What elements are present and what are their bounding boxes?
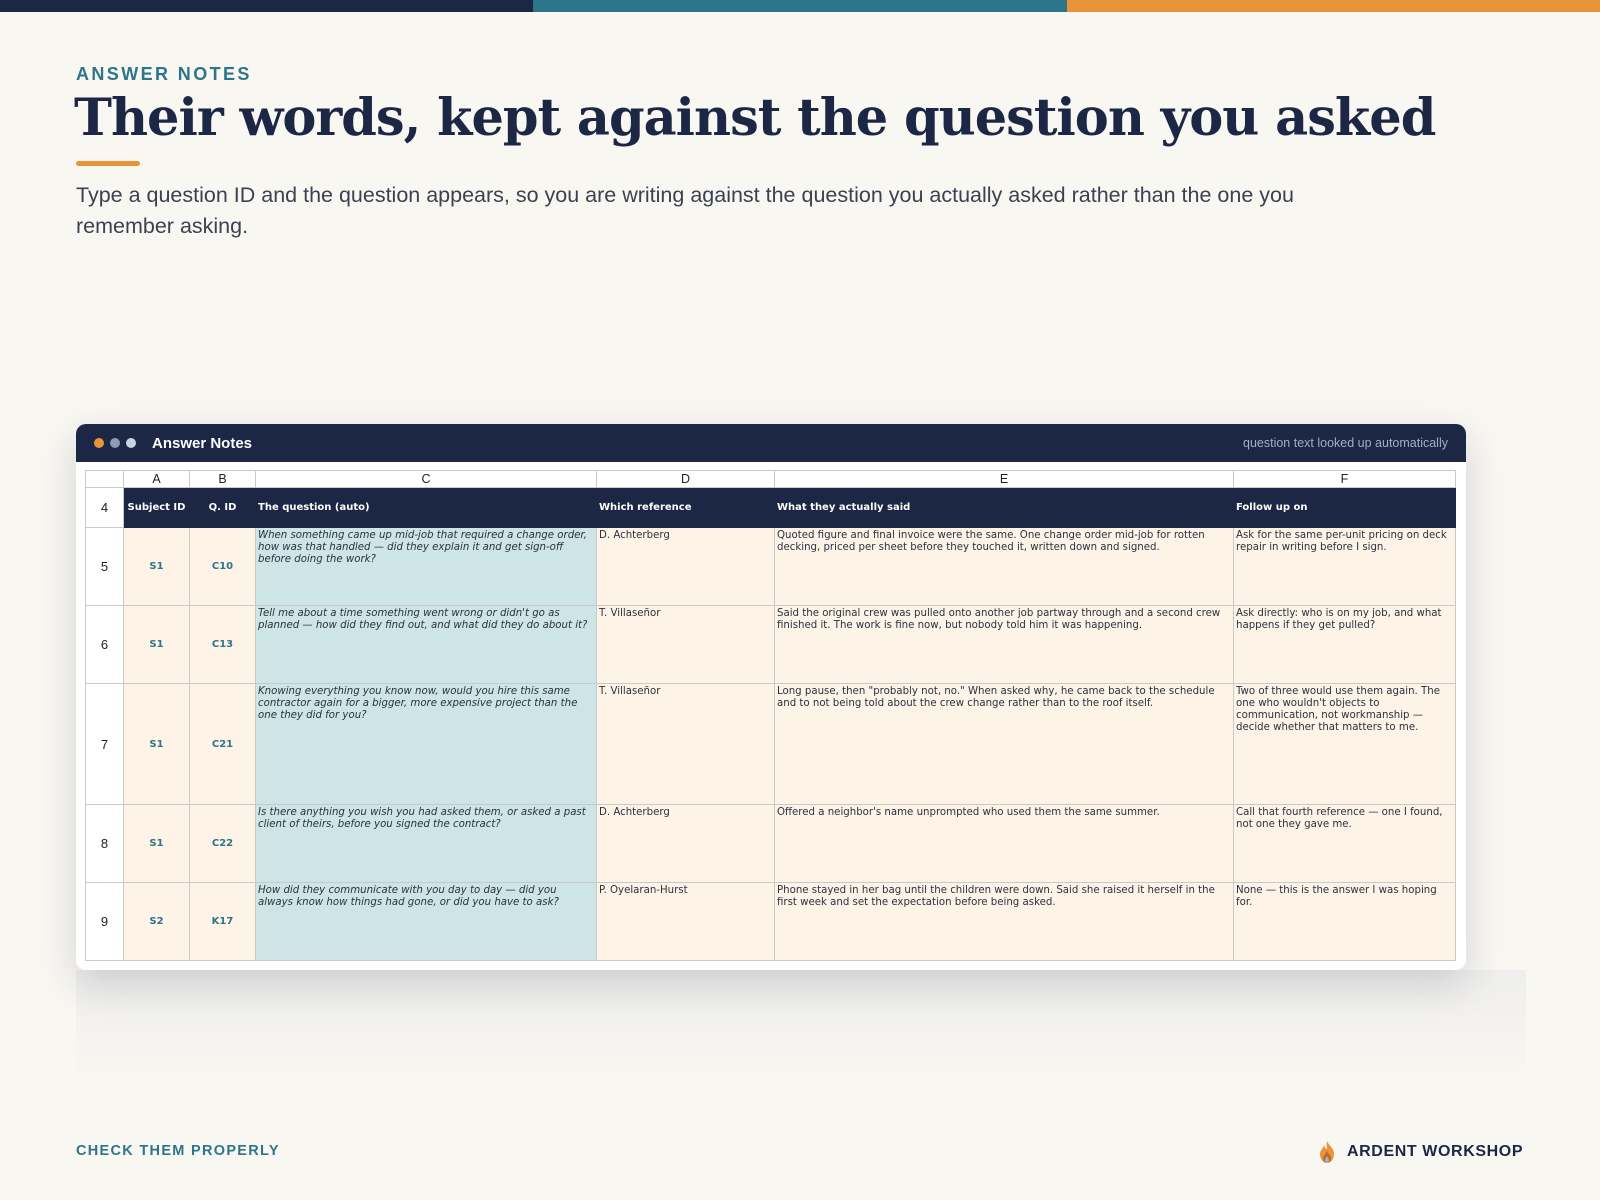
column-header-e[interactable]: E (774, 470, 1234, 488)
table-header-row: 4 Subject ID Q. ID The question (auto) W… (85, 487, 1456, 528)
question-text-cell[interactable]: When something came up mid-job that requ… (255, 527, 597, 606)
said-cell[interactable]: Said the original crew was pulled onto a… (774, 605, 1234, 684)
eyebrow-label: ANSWER NOTES (76, 64, 252, 84)
window-note: question text looked up automatically (1243, 436, 1448, 450)
page-title: Their words, kept against the question y… (74, 88, 1436, 148)
window-title: Answer Notes (152, 434, 253, 452)
row-number[interactable]: 6 (85, 605, 124, 684)
title-underline (76, 161, 140, 166)
header-which-reference[interactable]: Which reference (596, 487, 775, 528)
top-accent-bar (0, 0, 1600, 12)
question-text-cell[interactable]: Knowing everything you know now, would y… (255, 683, 597, 805)
question-id-cell[interactable]: K17 (189, 882, 256, 961)
follow-up-cell[interactable]: Ask for the same per-unit pricing on dec… (1233, 527, 1456, 606)
reference-cell[interactable]: D. Achterberg (596, 804, 775, 883)
row-number[interactable]: 7 (85, 683, 124, 805)
corner-cell[interactable] (85, 470, 124, 488)
subject-id-cell[interactable]: S2 (123, 882, 190, 961)
said-cell[interactable]: Quoted figure and final invoice were the… (774, 527, 1234, 606)
said-cell[interactable]: Offered a neighbor's name unprompted who… (774, 804, 1234, 883)
brand-mark: ARDENT WORKSHOP (1316, 1140, 1523, 1164)
row-number[interactable]: 9 (85, 882, 124, 961)
question-text-cell[interactable]: Tell me about a time something went wron… (255, 605, 597, 684)
table-row: 5 S1 C10 When something came up mid-job … (85, 527, 1456, 606)
question-id-cell[interactable]: C21 (189, 683, 256, 805)
said-cell[interactable]: Phone stayed in her bag until the childr… (774, 882, 1234, 961)
header-subject-id[interactable]: Subject ID (123, 487, 190, 528)
window-dot-grey[interactable] (110, 438, 120, 448)
reference-cell[interactable]: P. Oyelaran-Hurst (596, 882, 775, 961)
row-number[interactable]: 5 (85, 527, 124, 606)
column-header-f[interactable]: F (1233, 470, 1456, 488)
header-question-id[interactable]: Q. ID (189, 487, 256, 528)
window-dot-orange[interactable] (94, 438, 104, 448)
accent-segment-orange (1066, 0, 1600, 12)
subject-id-cell[interactable]: S1 (123, 683, 190, 805)
flame-icon (1320, 1141, 1334, 1163)
row-number[interactable]: 4 (85, 487, 124, 528)
spreadsheet-window: Answer Notes question text looked up aut… (76, 424, 1466, 970)
window-dot-light[interactable] (126, 438, 136, 448)
table-row: 6 S1 C13 Tell me about a time something … (85, 605, 1456, 684)
row-number[interactable]: 8 (85, 804, 124, 883)
follow-up-cell[interactable]: Call that fourth reference — one I found… (1233, 804, 1456, 883)
window-shadow (76, 970, 1526, 1090)
follow-up-cell[interactable]: None — this is the answer I was hoping f… (1233, 882, 1456, 961)
answer-notes-sheet: A B C D E F 4 Subject ID Q. ID The quest… (85, 470, 1456, 961)
table-row: 7 S1 C21 Knowing everything you know now… (85, 683, 1456, 805)
reference-cell[interactable]: T. Villaseñor (596, 683, 775, 805)
header-question-auto[interactable]: The question (auto) (255, 487, 597, 528)
header-what-they-said[interactable]: What they actually said (774, 487, 1234, 528)
subject-id-cell[interactable]: S1 (123, 527, 190, 606)
reference-cell[interactable]: T. Villaseñor (596, 605, 775, 684)
column-header-d[interactable]: D (596, 470, 775, 488)
question-id-cell[interactable]: C13 (189, 605, 256, 684)
subject-id-cell[interactable]: S1 (123, 605, 190, 684)
question-text-cell[interactable]: How did they communicate with you day to… (255, 882, 597, 961)
question-id-cell[interactable]: C22 (189, 804, 256, 883)
question-text-cell[interactable]: Is there anything you wish you had asked… (255, 804, 597, 883)
reference-cell[interactable]: D. Achterberg (596, 527, 775, 606)
window-titlebar: Answer Notes question text looked up aut… (76, 424, 1466, 462)
table-row: 8 S1 C22 Is there anything you wish you … (85, 804, 1456, 883)
footer-tagline: CHECK THEM PROPERLY (76, 1143, 280, 1159)
column-header-row: A B C D E F (85, 470, 1456, 488)
said-cell[interactable]: Long pause, then "probably not, no." Whe… (774, 683, 1234, 805)
follow-up-cell[interactable]: Ask directly: who is on my job, and what… (1233, 605, 1456, 684)
lede-text: Type a question ID and the question appe… (76, 183, 1294, 238)
subject-id-cell[interactable]: S1 (123, 804, 190, 883)
column-header-a[interactable]: A (123, 470, 190, 488)
accent-segment-teal (533, 0, 1067, 12)
question-id-cell[interactable]: C10 (189, 527, 256, 606)
table-row: 9 S2 K17 How did they communicate with y… (85, 882, 1456, 961)
accent-segment-navy (0, 0, 534, 12)
follow-up-cell[interactable]: Two of three would use them again. The o… (1233, 683, 1456, 805)
header-follow-up[interactable]: Follow up on (1233, 487, 1456, 528)
column-header-b[interactable]: B (189, 470, 256, 488)
brand-name: ARDENT WORKSHOP (1347, 1143, 1524, 1160)
column-header-c[interactable]: C (255, 470, 597, 488)
